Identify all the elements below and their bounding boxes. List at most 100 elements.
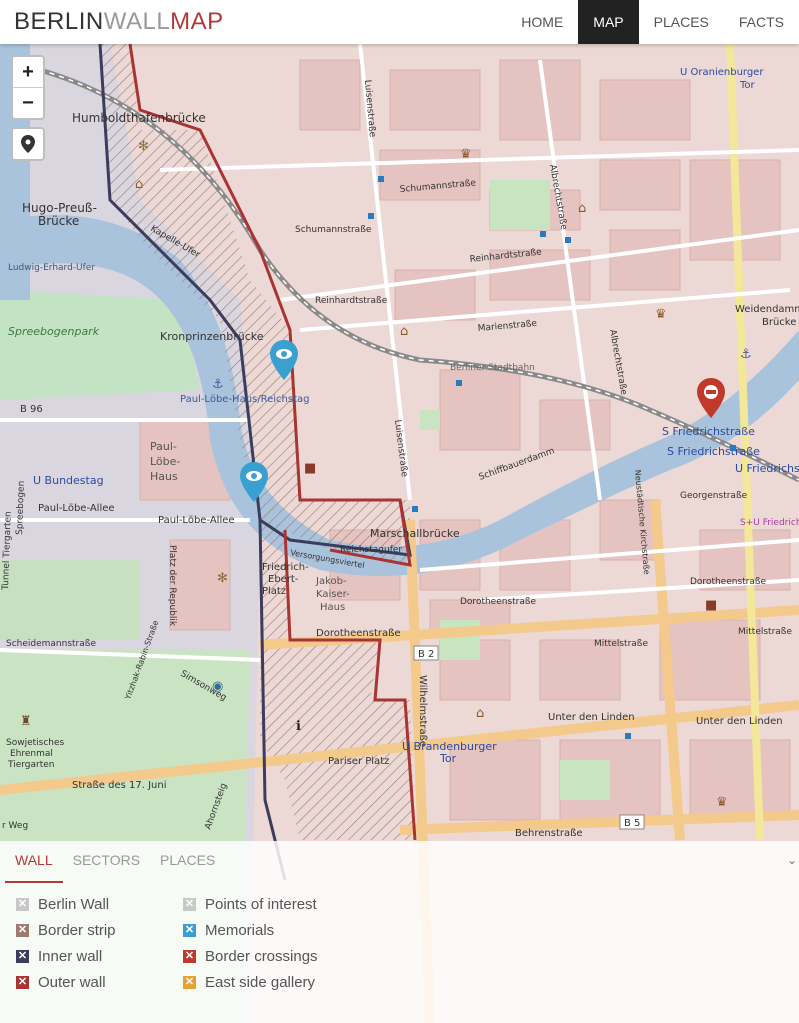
legend-item-east-side-gallery[interactable]: ✕ East side gallery	[183, 969, 318, 995]
label-kaiser: Kaiser-	[316, 589, 350, 600]
memorial-marker-1[interactable]	[270, 340, 298, 380]
checkbox-inner-wall[interactable]: ✕	[16, 949, 29, 963]
label-mittelstrasse-1: Mittelstraße	[594, 639, 648, 649]
legend-label-outer-wall: Outer wall	[38, 973, 106, 991]
nav-facts[interactable]: FACTS	[724, 0, 799, 44]
green-square-4	[560, 760, 610, 800]
label-weidendammer: Weidendammer	[735, 304, 799, 315]
zoom-in-button[interactable]: +	[13, 57, 43, 88]
label-hugo-preuss: Hugo-Preuß-	[22, 201, 97, 215]
checkbox-border-strip[interactable]: ✕	[16, 923, 29, 937]
green-square	[490, 180, 550, 230]
label-jakob: Jakob-	[315, 576, 347, 587]
nav-map[interactable]: MAP	[578, 0, 639, 44]
theatre-icon-3: ♛	[716, 795, 728, 810]
checkbox-east-side-gallery[interactable]: ✕	[183, 975, 196, 989]
legend-item-berlin-wall[interactable]: ✕ Berlin Wall	[16, 891, 116, 917]
legend-item-outer-wall[interactable]: ✕ Outer wall	[16, 969, 116, 995]
label-dorotheenstrasse-1: Dorotheenstraße	[316, 628, 401, 639]
tab-places[interactable]: PLACES	[150, 841, 225, 881]
tab-wall[interactable]: WALL	[5, 841, 63, 883]
label-reinhardtstrasse-1: Reinhardtstraße	[315, 296, 388, 306]
legend-item-inner-wall[interactable]: ✕ Inner wall	[16, 943, 116, 969]
nav-home[interactable]: HOME	[506, 0, 578, 44]
brand-logo[interactable]: BERLINWALLMAP	[14, 8, 224, 36]
brand-part-wall: WALL	[103, 8, 171, 35]
flower-icon: ✻	[217, 571, 228, 586]
legend-label-points-of-interest: Points of interest	[205, 895, 317, 913]
legend-label-border-crossings: Border crossings	[205, 947, 318, 965]
bookmark-icon: ■	[304, 461, 316, 476]
label-tor: Tor	[439, 752, 457, 765]
label-strasse-17-juni: Straße des 17. Juni	[72, 780, 167, 791]
legend-left-column: ✕ Berlin Wall ✕ Border strip ✕ Inner wal…	[16, 891, 116, 995]
theatre-icon-2: ♛	[655, 307, 667, 322]
label-wilhelmstrasse: Wilhelmstraße	[417, 675, 428, 747]
theatre-icon: ♛	[460, 147, 472, 162]
nav-places[interactable]: PLACES	[639, 0, 724, 44]
top-navigation-bar: BERLINWALLMAP HOME MAP PLACES FACTS	[0, 0, 799, 44]
flower-icon-2: ✻	[138, 139, 149, 154]
legend-item-memorials[interactable]: ✕ Memorials	[183, 917, 318, 943]
label-r-weg: r Weg	[2, 821, 28, 831]
legend-label-east-side-gallery: East side gallery	[205, 973, 316, 991]
label-u-oranienburger: U Oranienburger	[680, 67, 764, 78]
checkbox-berlin-wall[interactable]: ✕	[16, 897, 29, 911]
label-spreebogenpark: Spreebogenpark	[8, 325, 100, 338]
label-behrenstrasse: Behrenstraße	[515, 828, 583, 839]
label-friedrich: Friedrich-	[262, 562, 309, 573]
checkbox-border-crossings[interactable]: ✕	[183, 949, 196, 963]
label-marschallbrucke: Marschallbrücke	[370, 527, 460, 540]
green-square-3	[420, 410, 440, 430]
label-humboldthafenbrucke: Humboldthafenbrücke	[72, 111, 206, 125]
legend-label-memorials: Memorials	[205, 921, 275, 939]
label-s-friedrichstrasse-2: S Friedrichstraße	[667, 445, 760, 458]
tab-sectors[interactable]: SECTORS	[63, 841, 150, 881]
label-reichstagufer: Reichstagufer	[340, 545, 402, 555]
brand-part-berlin: BERLIN	[14, 8, 104, 35]
monument-icon: ♜	[20, 714, 32, 729]
locate-button[interactable]	[11, 127, 45, 161]
green-square-2	[440, 620, 480, 660]
main-nav: HOME MAP PLACES FACTS	[506, 0, 799, 44]
location-pin-icon	[21, 135, 35, 153]
museum-icon-4: ⌂	[476, 706, 484, 721]
museum-icon: ⌂	[135, 177, 143, 192]
label-b2: B 2	[418, 649, 434, 660]
label-jakob-haus: Haus	[320, 602, 345, 613]
checkbox-memorials[interactable]: ✕	[183, 923, 196, 937]
label-kronprinzenbrucke: Kronprinzenbrücke	[160, 330, 264, 343]
zoom-out-button[interactable]: −	[13, 88, 43, 118]
label-ebert: Ebert-	[268, 574, 299, 585]
label-paul-lobe-allee-1: Paul-Löbe-Allee	[38, 503, 115, 514]
label-unter-den-linden-2: Unter den Linden	[696, 716, 783, 727]
park-area	[0, 560, 140, 640]
border-crossing-marker[interactable]	[697, 378, 725, 418]
label-b96: B 96	[20, 404, 43, 415]
legend-item-points-of-interest[interactable]: ✕ Points of interest	[183, 891, 318, 917]
legend-item-border-strip[interactable]: ✕ Border strip	[16, 917, 116, 943]
collapse-chevron-icon[interactable]: ⌄	[787, 853, 797, 867]
label-tiergarten: Tiergarten	[7, 760, 55, 770]
legend-panel: WALL SECTORS PLACES ⌄ ✕ Berlin Wall ✕ Bo…	[0, 841, 799, 1023]
museum-icon-3: ⌂	[400, 324, 408, 339]
legend-label-border-strip: Border strip	[38, 921, 116, 939]
label-paul-lobe-haus-reichstag: Paul-Löbe-Haus/Reichstag	[180, 394, 310, 405]
checkbox-outer-wall[interactable]: ✕	[16, 975, 29, 989]
info-icon: ℹ	[296, 719, 301, 734]
label-paul-lobe-allee-2: Paul-Löbe-Allee	[158, 515, 235, 526]
label-b5: B 5	[624, 818, 640, 829]
legend-tabs: WALL SECTORS PLACES	[5, 841, 225, 883]
checkbox-points-of-interest[interactable]: ✕	[183, 897, 196, 911]
memorial-marker-2[interactable]	[240, 462, 268, 502]
book-icon: ■	[705, 598, 717, 613]
label-brucke: Brücke	[38, 214, 79, 228]
label-unter-den-linden-1: Unter den Linden	[548, 712, 635, 723]
label-platz-der-republik: Platz der Republik	[167, 545, 177, 627]
museum-icon-2: ⌂	[578, 201, 586, 216]
legend-label-berlin-wall: Berlin Wall	[38, 895, 110, 913]
zoom-control: + −	[11, 55, 45, 120]
anchor-icon: ⚓	[212, 377, 224, 392]
label-pariser-platz: Pariser Platz	[328, 756, 389, 767]
legend-item-border-crossings[interactable]: ✕ Border crossings	[183, 943, 318, 969]
